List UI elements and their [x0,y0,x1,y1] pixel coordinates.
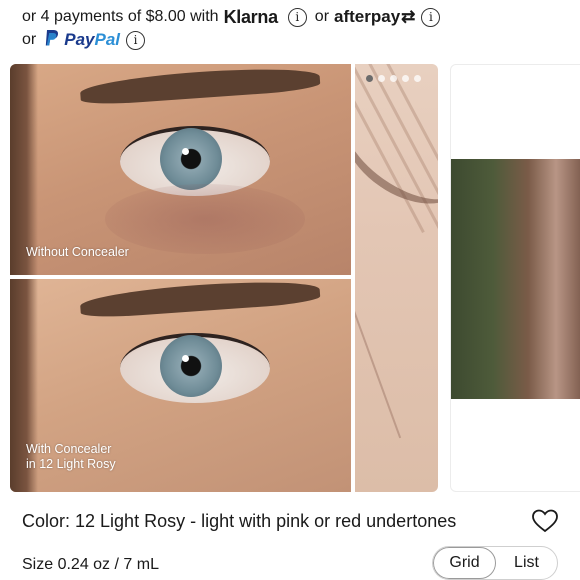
eye-glint [182,148,189,155]
paypal-pal-text: Pal [94,30,121,49]
selected-color-label: Color: 12 Light Rosy - light with pink o… [22,511,457,531]
texture-swoosh [355,71,438,227]
iris-shape [160,128,222,190]
product-image-next[interactable] [450,64,580,492]
installment-text: or 4 payments of $8.00 with [22,8,219,25]
carousel-dot[interactable] [402,75,409,82]
after-photo: With Concealer in 12 Light Rosy [10,279,351,492]
carousel-dots[interactable] [366,75,421,82]
caption-with-concealer: With Concealer in 12 Light Rosy [26,442,116,472]
iris-shape [160,335,222,397]
paypal-logo[interactable]: PayPal [64,30,120,50]
carousel-dot[interactable] [390,75,397,82]
before-photo: Without Concealer [10,64,351,275]
afterpay-arrows-icon: ⇄ [401,7,416,26]
product-image-carousel[interactable]: Without Concealer With Concealer in 12 L… [10,64,580,494]
paypal-row: or PayPal i [22,29,149,51]
view-grid-option[interactable]: Grid [433,547,496,579]
carousel-dot[interactable] [366,75,373,82]
or-text: or [314,8,330,25]
afterpay-info-icon[interactable]: i [421,7,441,27]
caption-line-2: in 12 Light Rosy [26,457,116,471]
carousel-dot[interactable] [414,75,421,82]
view-list-option[interactable]: List [496,547,557,579]
eyebrow-shape [79,64,321,107]
caption-without-concealer: Without Concealer [26,245,129,259]
view-toggle[interactable]: Grid List [432,546,558,580]
hair-shape [10,64,38,275]
next-photo-blurred [451,159,580,399]
afterpay-logo[interactable]: afterpay⇄ [334,7,415,27]
product-image-current[interactable]: Without Concealer With Concealer in 12 L… [10,64,438,492]
paypal-info-icon[interactable]: i [126,30,146,50]
paypal-pay-text: Pay [64,30,95,49]
product-texture-photo [355,64,438,492]
size-label: Size 0.24 oz / 7 mL [22,556,159,573]
undereye-shadow [105,184,305,254]
texture-diagonal [355,249,402,439]
caption-line-1: With Concealer [26,442,112,456]
afterpay-wordmark: afterpay [334,7,401,26]
eye-glint [182,355,189,362]
clipped-price-line [22,0,562,4]
heart-outline-icon[interactable] [531,507,559,535]
klarna-info-icon[interactable]: i [287,7,307,27]
carousel-dot[interactable] [378,75,385,82]
eyebrow-shape [79,279,321,320]
klarna-logo[interactable]: Klarna [224,7,279,28]
paypal-p-icon [44,29,60,52]
or-text: or [22,31,37,48]
installment-row: or 4 payments of $8.00 with Klarna i or … [22,6,444,28]
